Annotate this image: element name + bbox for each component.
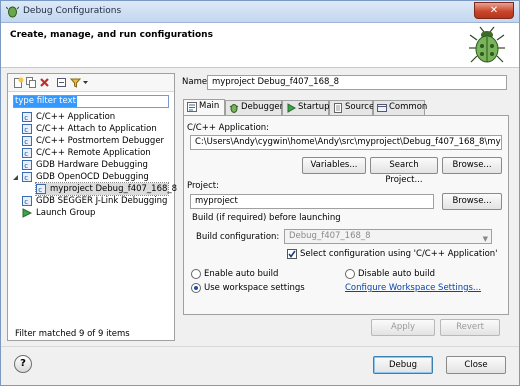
chevron-down-icon: ▼ [482, 235, 488, 243]
tab-common[interactable]: Common [373, 100, 428, 115]
debug-configurations-window: Debug Configurations ✕ Create, manage, a… [0, 0, 520, 386]
bug-icon [469, 26, 505, 63]
apply-button[interactable]: Apply [371, 319, 435, 336]
use-workspace-radio[interactable] [191, 283, 201, 293]
tab-debugger[interactable]: Debugger [225, 100, 284, 115]
revert-button[interactable]: Revert [440, 319, 500, 336]
svg-text:c: c [24, 198, 28, 206]
browse-project-button[interactable]: Browse... [442, 193, 502, 210]
startup-icon [287, 103, 296, 113]
c-config-icon: c [22, 196, 32, 206]
close-button[interactable]: Close [446, 356, 506, 374]
svg-text:c: c [24, 150, 28, 158]
enable-auto-build-radio[interactable] [191, 269, 201, 279]
select-config-label: Select configuration using 'C/C++ Applic… [300, 249, 498, 259]
checkmark-icon [288, 250, 296, 258]
filter-icon[interactable] [70, 77, 81, 88]
dialog-content: type filter text c C/C++ Application c C… [1, 68, 519, 346]
svg-text:c: c [24, 174, 28, 182]
variables-button[interactable]: Variables... [302, 157, 366, 174]
tree-item-label: C/C++ Remote Application [36, 148, 151, 158]
tree-item-label: GDB Hardware Debugging [36, 160, 148, 170]
main-tab-pane: C/C++ Application: C:\Users\Andy\cygwin\… [183, 115, 509, 315]
debugger-icon [229, 104, 239, 113]
banner-title: Create, manage, and run configurations [10, 30, 213, 40]
tree-item-label: Launch Group [36, 208, 96, 218]
tree-item-label: myproject Debug_f407_168_8 [50, 184, 178, 194]
tab-bar: Main Debugger Startup Source Common [183, 99, 509, 115]
build-config-select[interactable]: Debug_f407_168_8 ▼ [284, 229, 492, 244]
tree-item-label: GDB OpenOCD Debugging [36, 172, 149, 182]
c-config-icon: c [22, 136, 32, 146]
disable-auto-build-radio[interactable] [345, 269, 355, 279]
title-bar: Debug Configurations ✕ [1, 1, 519, 23]
tab-main[interactable]: Main [183, 99, 225, 115]
build-group-title: Build (if required) before launching [192, 213, 341, 223]
duplicate-config-icon[interactable] [26, 77, 37, 88]
svg-text:c: c [24, 126, 28, 134]
project-field[interactable]: myproject [190, 194, 434, 209]
tab-label: Source [345, 102, 375, 112]
enable-auto-build-label: Enable auto build [204, 269, 279, 279]
new-config-icon[interactable] [13, 77, 24, 88]
window-close-button[interactable]: ✕ [474, 2, 514, 19]
app-path-field[interactable]: C:\Users\Andy\cygwin\home\Andy\src\mypro… [190, 135, 502, 150]
tab-startup[interactable]: Startup [282, 100, 330, 115]
select-config-checkbox[interactable] [287, 249, 297, 259]
disable-auto-build-label: Disable auto build [358, 269, 435, 279]
svg-text:c: c [24, 138, 28, 146]
tree-item-myproject-debug[interactable]: c myproject Debug_f407_168_8 [35, 182, 177, 196]
browse-app-button[interactable]: Browse... [442, 157, 502, 174]
filter-status: Filter matched 9 of 9 items [15, 329, 130, 339]
launch-group-icon [22, 208, 33, 218]
configuration-tree-panel: type filter text c C/C++ Application c C… [7, 73, 177, 341]
build-config-value: Debug_f407_168_8 [289, 231, 371, 241]
c-config-icon: c [22, 124, 32, 134]
project-label: Project: [187, 181, 219, 191]
c-config-icon: c [36, 184, 46, 194]
c-config-icon: c [22, 160, 32, 170]
use-workspace-label: Use workspace settings [204, 283, 305, 293]
main-icon [187, 102, 197, 112]
c-config-icon: c [22, 112, 32, 122]
window-title: Debug Configurations [23, 6, 122, 16]
tab-label: Startup [298, 102, 330, 112]
filter-text: type filter text [14, 96, 77, 107]
expand-arrow-icon[interactable] [12, 174, 19, 181]
delete-config-icon[interactable] [39, 77, 50, 88]
svg-text:c: c [24, 114, 28, 122]
tree-toolbar [8, 74, 174, 92]
c-config-icon: c [22, 172, 32, 182]
dialog-footer: ? Debug Close [1, 346, 519, 385]
help-icon[interactable]: ? [14, 355, 32, 373]
svg-text:c: c [38, 186, 42, 194]
configuration-editor: Name: myproject Debug_f407_168_8 Main De… [179, 73, 513, 341]
debug-app-icon [6, 6, 19, 18]
filter-input[interactable]: type filter text [13, 95, 169, 108]
tab-label: Common [389, 102, 428, 112]
header-banner: Create, manage, and run configurations [1, 23, 519, 68]
chevron-down-icon[interactable] [82, 77, 89, 88]
common-icon [377, 104, 387, 112]
name-field[interactable]: myproject Debug_f407_168_8 [207, 75, 507, 90]
c-config-icon: c [22, 148, 32, 158]
tree-item-label: C/C++ Attach to Application [36, 124, 157, 134]
source-icon [334, 103, 342, 113]
tab-source[interactable]: Source [329, 100, 375, 115]
svg-text:c: c [24, 162, 28, 170]
tree-item-label: C/C++ Application [36, 112, 116, 122]
tree-item-label: GDB SEGGER J-Link Debugging [36, 196, 168, 206]
tab-label: Debugger [241, 102, 284, 112]
name-label: Name: [182, 77, 210, 87]
configure-workspace-link[interactable]: Configure Workspace Settings... [345, 283, 481, 293]
tree-item-label: C/C++ Postmortem Debugger [36, 136, 165, 146]
debug-button[interactable]: Debug [373, 356, 433, 374]
search-project-button[interactable]: Search Project... [370, 157, 438, 185]
build-config-label: Build configuration: [196, 232, 280, 242]
tab-label: Main [199, 101, 220, 111]
app-label: C/C++ Application: [187, 123, 270, 133]
collapse-all-icon[interactable] [56, 77, 67, 88]
